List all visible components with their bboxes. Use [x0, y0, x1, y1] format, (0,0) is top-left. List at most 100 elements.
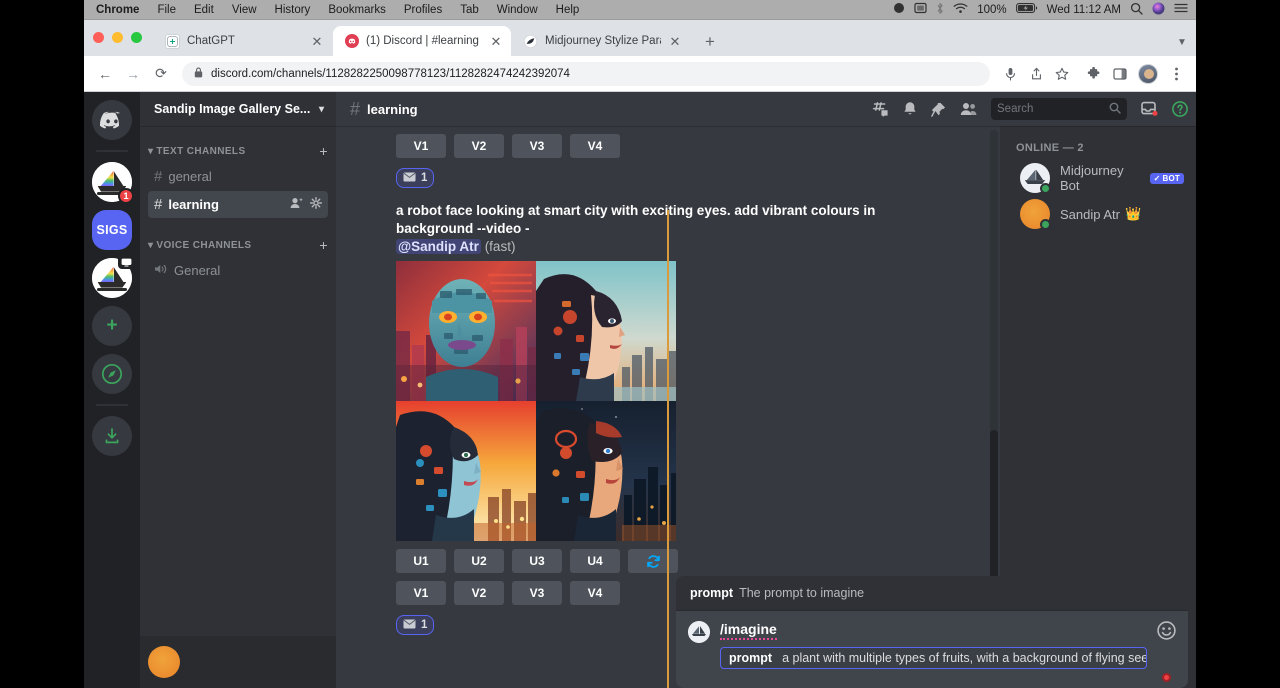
server-header[interactable]: Sandip Image Gallery Se... ▾: [140, 92, 336, 126]
menu-item-window[interactable]: Window: [488, 0, 547, 20]
chevron-down-icon[interactable]: ▾: [319, 104, 324, 115]
menu-item-bookmarks[interactable]: Bookmarks: [319, 0, 395, 20]
variation-button-v3[interactable]: V3: [512, 581, 562, 605]
user-panel[interactable]: [140, 636, 336, 688]
share-icon[interactable]: [1024, 62, 1048, 86]
back-button[interactable]: ←: [92, 61, 118, 87]
spotlight-search-icon[interactable]: [1130, 2, 1143, 18]
reroll-button[interactable]: [628, 549, 678, 573]
sidebar-item-general[interactable]: # general: [148, 163, 328, 190]
variation-button-v4[interactable]: V4: [570, 134, 620, 158]
menu-item-profiles[interactable]: Profiles: [395, 0, 451, 20]
variation-button-v3[interactable]: V3: [512, 134, 562, 158]
envelope-icon: [403, 619, 416, 632]
chevron-down-icon[interactable]: ▼: [1168, 37, 1196, 56]
server-icon-sailboat-2[interactable]: [92, 258, 132, 298]
user-mention[interactable]: @Sandip Atr: [396, 239, 481, 254]
message-reaction-envelope-bottom[interactable]: 1: [396, 615, 434, 635]
help-icon[interactable]: [1172, 101, 1188, 117]
reload-button[interactable]: ⟳: [148, 61, 174, 87]
upscale-button-u3[interactable]: U3: [512, 549, 562, 573]
message-reaction-envelope-top[interactable]: 1: [396, 168, 434, 188]
wifi-icon[interactable]: [953, 2, 968, 17]
browser-tab-discord[interactable]: (1) Discord | #learning | Sandip ✕: [333, 26, 511, 56]
sidebar-item-learning[interactable]: # learning: [148, 191, 328, 218]
settings-gear-icon[interactable]: [310, 197, 322, 212]
upscale-button-u4[interactable]: U4: [570, 549, 620, 573]
close-tab-button[interactable]: ✕: [668, 35, 682, 48]
server-icon-sailboat-1[interactable]: 1: [92, 162, 132, 202]
avatar[interactable]: [1020, 163, 1050, 193]
bluetooth-icon[interactable]: [936, 2, 944, 18]
variation-button-v4[interactable]: V4: [570, 581, 620, 605]
menu-item-edit[interactable]: Edit: [185, 0, 223, 20]
address-bar[interactable]: discord.com/channels/1128282250098778123…: [182, 62, 990, 86]
siri-icon[interactable]: [1152, 2, 1165, 18]
search-input[interactable]: Search: [991, 98, 1127, 120]
member-row-sandip-atr[interactable]: Sandip Atr 👑: [1016, 196, 1188, 232]
close-tab-button[interactable]: ✕: [489, 35, 503, 48]
maximize-window-button[interactable]: [131, 32, 142, 43]
menu-item-tab[interactable]: Tab: [451, 0, 488, 20]
download-apps-button[interactable]: [92, 416, 132, 456]
upscale-button-u1[interactable]: U1: [396, 549, 446, 573]
grid-image-1[interactable]: [396, 261, 536, 401]
variation-button-v2[interactable]: V2: [454, 134, 504, 158]
message-input-box[interactable]: /imagine prompt a plant with multiple ty…: [676, 611, 1188, 688]
variation-button-v1[interactable]: V1: [396, 134, 446, 158]
menu-item-chrome[interactable]: Chrome: [84, 0, 148, 20]
control-center-icon[interactable]: [1174, 2, 1188, 17]
screen-mirror-icon[interactable]: [914, 2, 927, 17]
discord-home-icon[interactable]: [92, 100, 132, 140]
chevron-down-icon: ▾: [148, 146, 153, 157]
variation-button-v2[interactable]: V2: [454, 581, 504, 605]
scrollbar-thumb[interactable]: [990, 430, 998, 600]
server-icon-sigs[interactable]: SIGS: [92, 210, 132, 250]
browser-tab-chatgpt[interactable]: ChatGPT ✕: [154, 26, 332, 56]
menu-item-file[interactable]: File: [148, 0, 185, 20]
browser-tab-midjourney[interactable]: Midjourney Stylize Parameter ✕: [512, 26, 690, 56]
invite-icon[interactable]: [290, 197, 304, 212]
grid-image-2[interactable]: [536, 261, 676, 401]
close-tab-button[interactable]: ✕: [310, 35, 324, 48]
create-channel-button[interactable]: +: [319, 237, 328, 253]
bookmark-star-icon[interactable]: [1050, 62, 1074, 86]
upscale-button-u2[interactable]: U2: [454, 549, 504, 573]
add-server-button[interactable]: +: [92, 306, 132, 346]
microphone-icon[interactable]: [998, 62, 1022, 86]
extensions-puzzle-icon[interactable]: [1082, 62, 1106, 86]
midjourney-image-grid[interactable]: [396, 261, 676, 541]
pinned-messages-icon[interactable]: [931, 102, 946, 117]
explore-servers-button[interactable]: [92, 354, 132, 394]
inbox-icon[interactable]: [1141, 101, 1158, 117]
member-list-icon[interactable]: [960, 102, 977, 116]
minimize-window-button[interactable]: [112, 32, 123, 43]
category-voice-channels[interactable]: ▾VOICE CHANNELS +: [140, 234, 336, 256]
slash-command-label[interactable]: /imagine: [720, 621, 777, 640]
avatar[interactable]: [1020, 199, 1050, 229]
menu-item-help[interactable]: Help: [547, 0, 589, 20]
threads-icon[interactable]: [872, 102, 889, 117]
battery-icon[interactable]: [1016, 2, 1038, 17]
forward-button[interactable]: →: [120, 61, 146, 87]
chrome-menu-icon[interactable]: [1164, 62, 1188, 86]
menu-item-history[interactable]: History: [266, 0, 320, 20]
close-window-button[interactable]: [93, 32, 104, 43]
record-icon[interactable]: [893, 2, 905, 17]
category-text-channels[interactable]: ▾TEXT CHANNELS +: [140, 140, 336, 162]
notification-bell-icon[interactable]: [903, 101, 917, 117]
avatar[interactable]: [148, 646, 180, 678]
create-channel-button[interactable]: +: [319, 143, 328, 159]
sidebar-item-voice-general[interactable]: General: [148, 257, 328, 284]
menu-item-view[interactable]: View: [223, 0, 266, 20]
variation-button-v1[interactable]: V1: [396, 581, 446, 605]
profile-avatar[interactable]: [1138, 64, 1158, 84]
side-panel-icon[interactable]: [1108, 62, 1132, 86]
grid-image-4[interactable]: [536, 401, 676, 541]
emoji-icon[interactable]: [1157, 621, 1176, 645]
new-tab-button[interactable]: +: [696, 28, 724, 56]
command-arg-input[interactable]: prompt a plant with multiple types of fr…: [720, 647, 1147, 669]
menu-clock[interactable]: Wed 11:12 AM: [1047, 4, 1121, 16]
grid-image-3[interactable]: [396, 401, 536, 541]
member-row-midjourney-bot[interactable]: Midjourney Bot ✓BOT: [1016, 160, 1188, 196]
